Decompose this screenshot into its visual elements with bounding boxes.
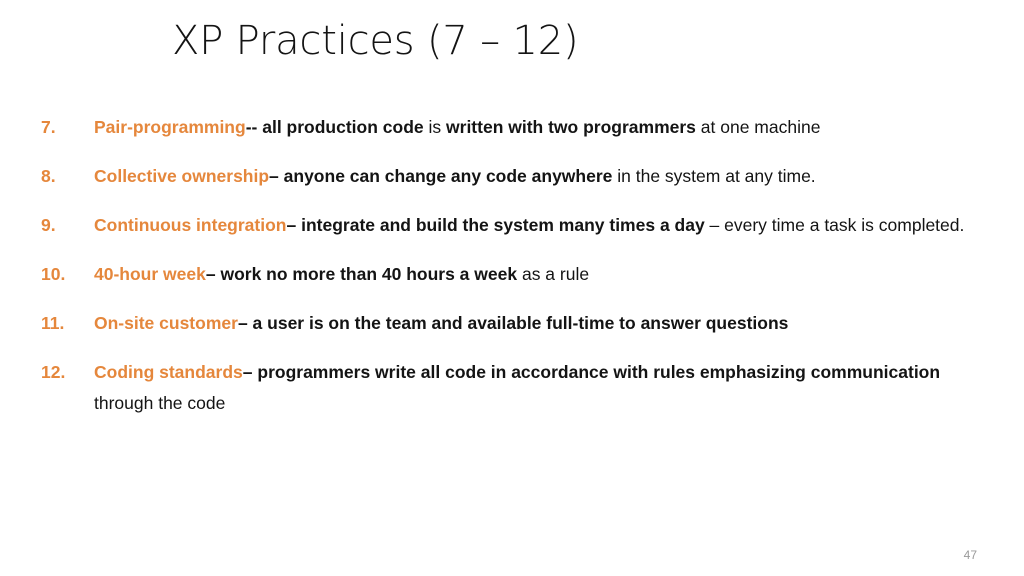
list-item-bold-2: written with two programmers: [446, 117, 696, 137]
list-item-number: 10.: [41, 264, 66, 284]
list-item-plain-1: is: [423, 117, 447, 137]
list-item-number: 7.: [41, 117, 56, 137]
practices-list: 7. Pair-programming-- all production cod…: [0, 112, 1024, 437]
list-item-plain-2: at one machine: [695, 117, 821, 137]
list-item-term: Pair-programming: [94, 117, 246, 137]
list-item: 10. 40-hour week– work no more than 40 h…: [0, 259, 1024, 290]
page-title: XP Practices (7 – 12): [172, 18, 579, 64]
list-item-term: Continuous integration: [94, 215, 287, 235]
list-item-term: Coding standards: [94, 362, 243, 382]
list-item-separator: –: [269, 166, 284, 186]
list-item-term: Collective ownership: [94, 166, 270, 186]
list-item-separator: --: [245, 117, 263, 137]
list-item: 12. Coding standards– programmers write …: [0, 357, 1024, 419]
list-item: 11. On-site customer– a user is on the t…: [0, 308, 1024, 339]
list-item-plain-1: as a rule: [517, 264, 590, 284]
list-item-bold-1: a user is on the team and available full…: [252, 313, 789, 333]
list-item-plain-1: – every time a task is completed.: [704, 215, 965, 235]
page-number: 47: [963, 548, 977, 562]
list-item-separator: –: [286, 215, 302, 235]
list-item-number: 8.: [41, 166, 56, 186]
list-item-number: 11.: [41, 313, 65, 333]
list-item-bold-1: anyone can change any code anywhere: [283, 166, 613, 186]
list-item-number: 9.: [41, 215, 56, 235]
list-item-bold-1: all production code: [262, 117, 424, 137]
list-item-number: 12.: [41, 362, 66, 382]
list-item-term: On-site customer: [94, 313, 238, 333]
list-item-separator: –: [205, 264, 221, 284]
list-item-separator: –: [242, 362, 258, 382]
list-item-bold-1: programmers write all code in accordance…: [257, 362, 941, 382]
list-item-separator: –: [237, 313, 253, 333]
list-item: 8. Collective ownership– anyone can chan…: [0, 161, 1024, 192]
list-item-term: 40-hour week: [94, 264, 206, 284]
list-item-plain-1: in the system at any time.: [612, 166, 816, 186]
list-item-plain-1: through the code: [94, 393, 226, 413]
list-item: 7. Pair-programming-- all production cod…: [0, 112, 1024, 143]
list-item-bold-1: work no more than 40 hours a week: [220, 264, 518, 284]
list-item-bold-1: integrate and build the system many time…: [301, 215, 705, 235]
list-item: 9. Continuous integration– integrate and…: [0, 210, 1024, 241]
